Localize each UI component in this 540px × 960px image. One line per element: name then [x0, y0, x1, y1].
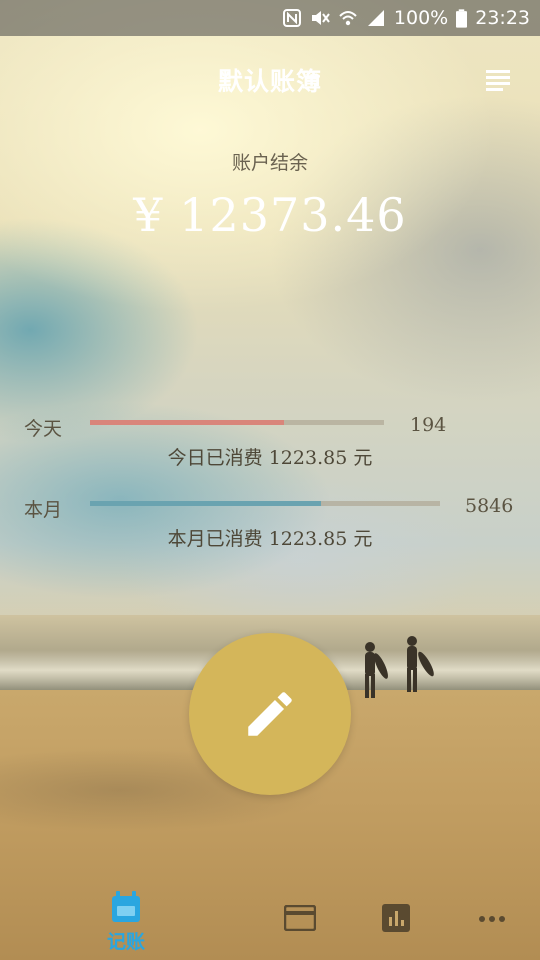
- bottom-nav: 记账: [0, 880, 540, 960]
- nav-label-bookkeeping: 记账: [106, 931, 145, 953]
- add-record-button[interactable]: [189, 633, 351, 795]
- today-label: 今天: [24, 418, 63, 440]
- status-bar: 100% 23:23: [0, 0, 540, 36]
- menu-icon[interactable]: [486, 70, 510, 91]
- battery-icon: [456, 8, 468, 28]
- clock: 23:23: [475, 7, 530, 29]
- calendar-icon: [112, 891, 140, 922]
- surfers-silhouette: [365, 636, 434, 698]
- nav-item-bookkeeping[interactable]: 记账: [86, 880, 166, 960]
- month-count: 5846: [465, 495, 514, 517]
- balance-value: ¥ 12373.46: [133, 188, 407, 242]
- month-label: 本月: [24, 499, 63, 521]
- pencil-icon: [248, 692, 292, 736]
- today-progress-track: [90, 420, 384, 425]
- nav-item-accounts[interactable]: [260, 880, 340, 960]
- today-progress-fill: [90, 420, 285, 425]
- month-progress-track: [90, 501, 440, 506]
- wifi-icon: [339, 11, 357, 26]
- nfc-icon: [282, 9, 301, 27]
- page-title: 默认账簿: [217, 67, 322, 96]
- balance-label: 账户结余: [231, 152, 308, 174]
- background-beach-image: [0, 0, 540, 960]
- nav-item-more[interactable]: [452, 880, 532, 960]
- battery-percent: 100%: [393, 7, 449, 29]
- bar-chart-icon: [382, 904, 410, 932]
- today-count: 194: [410, 414, 447, 436]
- today-spent-text: 今日已消费 1223.85 元: [167, 447, 373, 469]
- month-progress-fill: [90, 501, 321, 506]
- signal-icon: [367, 10, 384, 26]
- card-icon: [283, 904, 317, 932]
- mute-icon: [311, 11, 330, 25]
- month-spent-text: 本月已消费 1223.85 元: [167, 528, 373, 550]
- nav-item-statistics[interactable]: [356, 880, 436, 960]
- more-icon: [479, 916, 505, 922]
